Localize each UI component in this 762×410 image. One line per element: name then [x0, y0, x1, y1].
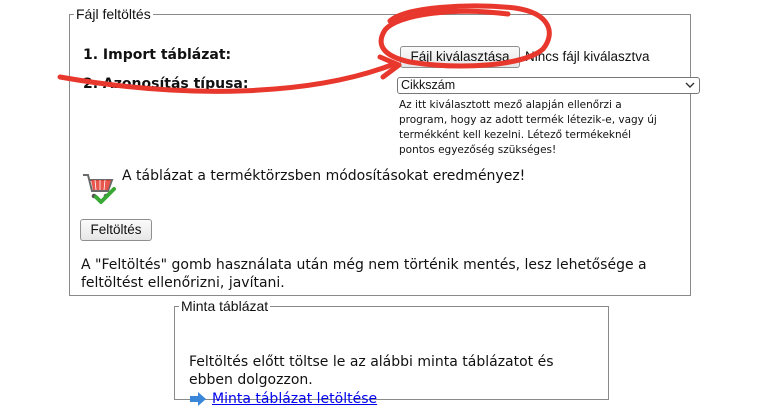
upload-button[interactable]: Feltöltés [80, 219, 152, 241]
page: Fájl feltöltés 1. Import táblázat: Fájl … [0, 0, 762, 410]
shopping-cart-check-icon [81, 171, 117, 205]
sample-table-legend: Minta táblázat [181, 298, 269, 314]
file-upload-legend: Fájl feltöltés [76, 6, 151, 22]
import-table-label: 1. Import táblázat: [83, 47, 232, 63]
id-type-select[interactable]: Cikkszám [397, 77, 700, 94]
upload-note: A "Feltöltés" gomb használata után még n… [81, 257, 647, 291]
choose-file-button[interactable]: Fájl kiválasztása [400, 46, 520, 68]
file-status-text: Nincs fájl kiválasztva [525, 49, 650, 64]
download-sample-link[interactable]: Minta táblázat letöltése [212, 391, 377, 407]
sample-instructions: Feltöltés előtt töltse le az alábbi mint… [189, 354, 554, 388]
id-type-selected-value: Cikkszám [401, 78, 456, 92]
file-upload-panel: Fájl feltöltés 1. Import táblázat: Fájl … [69, 6, 700, 296]
id-type-label: 2. Azonosítás típusa: [83, 76, 249, 92]
chevron-down-icon [685, 78, 695, 98]
modification-warning: A táblázat a terméktörzsben módosításoka… [122, 168, 526, 184]
arrow-right-icon [189, 391, 207, 406]
sample-table-panel: Minta táblázat Feltöltés előtt töltse le… [174, 298, 609, 407]
id-type-hint: Az itt kiválasztott mező alapján ellenőr… [399, 99, 657, 156]
